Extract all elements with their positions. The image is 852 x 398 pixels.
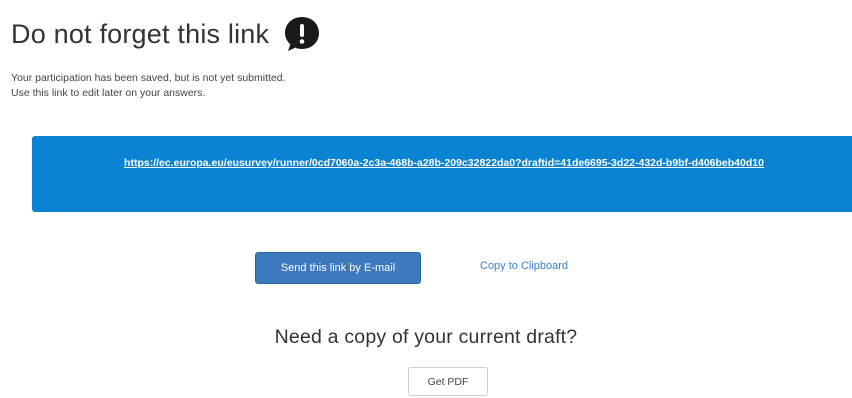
- copy-to-clipboard-link[interactable]: Copy to Clipboard: [480, 260, 568, 272]
- edit-instruction-line: Use this link to edit later on your answ…: [11, 87, 206, 99]
- speech-bubble-exclamation-icon: [283, 14, 321, 54]
- save-status-message: Your participation has been saved, but i…: [11, 71, 286, 101]
- heading-row: Do not forget this link: [11, 14, 321, 54]
- draft-link-panel: https://ec.europa.eu/eusurvey/runner/0cd…: [32, 136, 852, 212]
- page-title: Do not forget this link: [11, 19, 270, 49]
- save-status-line: Your participation has been saved, but i…: [11, 72, 286, 84]
- page: Do not forget this link Your participati…: [0, 0, 852, 398]
- draft-link[interactable]: https://ec.europa.eu/eusurvey/runner/0cd…: [124, 155, 764, 171]
- send-link-email-button[interactable]: Send this link by E-mail: [255, 252, 421, 284]
- get-pdf-button[interactable]: Get PDF: [408, 367, 488, 396]
- draft-copy-heading: Need a copy of your current draft?: [274, 326, 578, 348]
